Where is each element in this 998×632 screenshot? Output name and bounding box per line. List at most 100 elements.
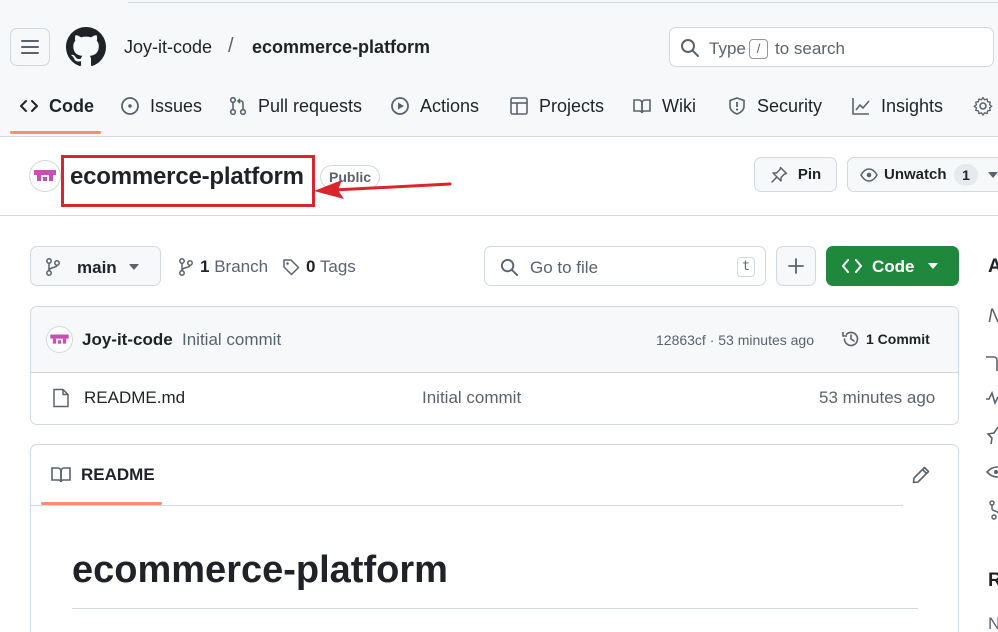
tab-issues-label: Issues bbox=[150, 95, 203, 116]
tab-wiki-label: Wiki bbox=[662, 95, 696, 116]
tab-settings[interactable] bbox=[973, 86, 993, 126]
tag-count: 0 bbox=[306, 257, 316, 276]
hamburger-icon bbox=[21, 40, 39, 54]
heading-rule bbox=[72, 608, 918, 609]
pin-icon bbox=[771, 166, 788, 183]
file-commit-message[interactable]: Initial commit bbox=[422, 388, 521, 408]
tab-pull-requests-label: Pull requests bbox=[258, 95, 363, 116]
pull-request-icon bbox=[229, 96, 247, 116]
graph-icon bbox=[852, 98, 870, 115]
active-tab-indicator bbox=[10, 131, 101, 134]
readme-heading: ecommerce-platform bbox=[72, 549, 448, 591]
tab-code-label: Code bbox=[49, 95, 94, 116]
search-suffix: to search bbox=[775, 39, 845, 58]
branch-count: 1 bbox=[200, 257, 210, 276]
title-divider bbox=[0, 215, 998, 216]
go-to-file-shortcut: t bbox=[737, 257, 755, 277]
git-branch-icon bbox=[46, 258, 60, 276]
tab-issues[interactable]: Issues bbox=[120, 86, 202, 126]
eye-icon[interactable] bbox=[986, 464, 998, 480]
code-button-label: Code bbox=[872, 257, 915, 276]
breadcrumb-repo[interactable]: ecommerce-platform bbox=[252, 37, 430, 58]
go-to-file-input[interactable]: Go to file t bbox=[484, 246, 766, 286]
about-heading: A bbox=[988, 256, 998, 277]
file-list: Joy-it-code Initial commit 12863cf · 53 … bbox=[30, 306, 959, 425]
tag-word: Tags bbox=[319, 257, 356, 276]
no-releases-text: N bbox=[988, 614, 998, 632]
branch-word: Branch bbox=[214, 257, 269, 276]
shield-icon bbox=[729, 97, 745, 115]
branch-name: main bbox=[77, 258, 117, 277]
pencil-icon[interactable] bbox=[911, 465, 931, 485]
commits-link[interactable]: 1 Commit bbox=[841, 329, 930, 349]
tab-security[interactable]: Security bbox=[727, 86, 822, 126]
readme-link-icon[interactable] bbox=[986, 356, 998, 372]
tab-security-label: Security bbox=[757, 95, 823, 116]
pin-label: Pin bbox=[797, 166, 822, 183]
code-dropdown-button[interactable]: Code bbox=[826, 246, 959, 286]
gear-icon bbox=[973, 96, 993, 116]
star-icon[interactable] bbox=[986, 426, 998, 444]
tab-insights[interactable]: Insights bbox=[851, 86, 943, 126]
tab-insights-label: Insights bbox=[881, 95, 944, 116]
file-age: 53 minutes ago bbox=[819, 388, 936, 407]
readme-tab[interactable]: README bbox=[51, 465, 155, 485]
issue-icon bbox=[121, 97, 139, 115]
book-icon bbox=[633, 99, 651, 114]
breadcrumb-owner[interactable]: Joy-it-code bbox=[124, 37, 212, 58]
plus-icon bbox=[788, 258, 804, 274]
fork-icon[interactable] bbox=[986, 500, 998, 520]
search-input[interactable]: Type / to search bbox=[669, 27, 994, 67]
tab-code[interactable]: Code bbox=[19, 86, 94, 126]
about-description: N bbox=[988, 306, 998, 328]
go-to-file-placeholder: Go to file bbox=[530, 258, 599, 277]
search-icon bbox=[681, 39, 699, 57]
branches-link[interactable]: 1 Branch bbox=[178, 257, 268, 277]
watch-count-badge: 1 bbox=[954, 164, 978, 186]
play-icon bbox=[391, 97, 409, 115]
commit-hash-and-time[interactable]: 12863cf · 53 minutes ago bbox=[656, 332, 814, 348]
tab-projects[interactable]: Projects bbox=[509, 86, 604, 126]
chevron-down-icon bbox=[988, 172, 998, 178]
watch-button[interactable]: Unwatch 1 bbox=[847, 157, 998, 192]
top-edge bbox=[128, 0, 998, 3]
github-logo-icon[interactable] bbox=[66, 27, 106, 67]
file-icon bbox=[53, 388, 69, 408]
history-icon bbox=[842, 331, 859, 347]
add-file-button[interactable] bbox=[776, 246, 816, 286]
search-prefix: Type bbox=[709, 39, 746, 58]
code-icon bbox=[20, 100, 38, 112]
commit-author[interactable]: Joy-it-code bbox=[82, 330, 173, 350]
pin-button[interactable]: Pin bbox=[754, 157, 837, 192]
table-row[interactable]: README.md Initial commit 53 minutes ago bbox=[31, 373, 958, 424]
chevron-down-icon bbox=[928, 263, 938, 269]
breadcrumb-separator: / bbox=[228, 35, 234, 57]
tab-projects-label: Projects bbox=[539, 95, 605, 116]
activity-icon[interactable] bbox=[986, 390, 998, 406]
chevron-down-icon bbox=[129, 264, 139, 270]
tags-link[interactable]: 0 Tags bbox=[282, 257, 356, 277]
commit-count-label: 1 Commit bbox=[866, 331, 930, 347]
avatar[interactable] bbox=[46, 326, 73, 353]
tab-pull-requests[interactable]: Pull requests bbox=[228, 86, 362, 126]
search-shortcut-key: / bbox=[749, 39, 768, 59]
tab-actions[interactable]: Actions bbox=[390, 86, 479, 126]
latest-commit-row: Joy-it-code Initial commit 12863cf · 53 … bbox=[31, 307, 958, 373]
menu-button[interactable] bbox=[10, 28, 50, 66]
search-icon bbox=[500, 258, 519, 277]
repo-owner-avatar[interactable] bbox=[29, 160, 61, 192]
git-branch-icon bbox=[179, 258, 193, 276]
commit-message[interactable]: Initial commit bbox=[182, 330, 281, 350]
readme-tab-label: README bbox=[81, 465, 155, 484]
tab-actions-label: Actions bbox=[420, 95, 480, 116]
branch-selector[interactable]: main bbox=[30, 246, 161, 286]
eye-icon bbox=[860, 168, 878, 182]
file-name[interactable]: README.md bbox=[84, 388, 185, 408]
releases-heading: R bbox=[988, 570, 998, 591]
code-icon bbox=[842, 259, 862, 273]
tag-icon bbox=[283, 259, 300, 276]
tab-wiki[interactable]: Wiki bbox=[632, 86, 696, 126]
watch-label: Unwatch bbox=[884, 166, 947, 183]
readme-panel: README ecommerce-platform bbox=[30, 444, 959, 632]
book-icon bbox=[51, 467, 71, 483]
